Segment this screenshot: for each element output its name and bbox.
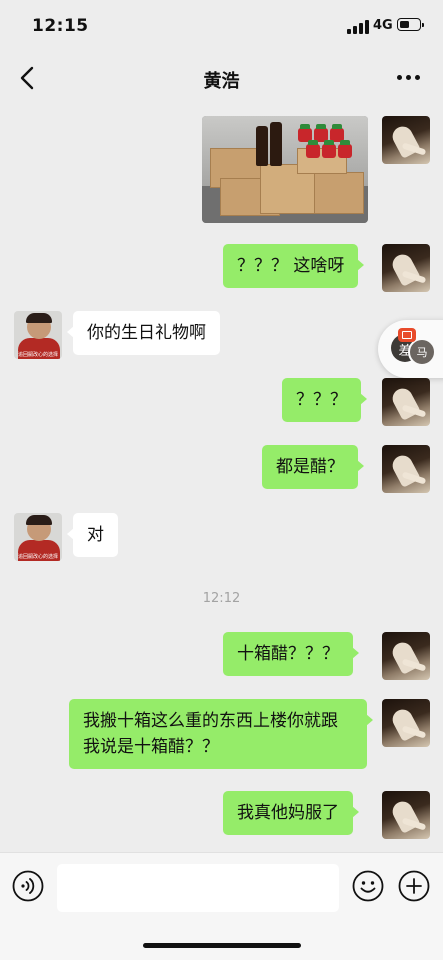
message-input[interactable]	[57, 864, 339, 912]
message-bubble[interactable]: ？？？ 这啥呀	[223, 244, 365, 288]
message-timestamp: 12:12	[202, 591, 241, 606]
home-indicator[interactable]	[143, 943, 301, 948]
friend-avatar[interactable]: 追回嗣改心的选择	[14, 311, 62, 359]
message-bubble[interactable]: 你的生日礼物啊	[67, 311, 220, 355]
floating-window-widget[interactable]: 差 马	[378, 320, 443, 378]
status-bar: 12:15 4G	[0, 0, 443, 54]
message-bubble[interactable]: 十箱醋？？？	[223, 632, 359, 676]
chat-header: 黄浩	[0, 54, 443, 104]
status-time: 12:15	[32, 16, 89, 36]
emoji-button[interactable]	[352, 870, 384, 902]
my-avatar[interactable]	[382, 445, 430, 493]
my-avatar[interactable]	[382, 699, 430, 747]
emoji-icon	[352, 870, 384, 902]
voice-input-button[interactable]	[12, 870, 44, 902]
voice-icon	[12, 870, 44, 902]
friend-avatar[interactable]: 追回嗣改心的选择	[14, 513, 62, 561]
input-bar	[0, 852, 443, 960]
chat-title: 黄浩	[203, 71, 240, 92]
network-label: 4G	[373, 18, 393, 33]
signal-icon	[347, 20, 369, 34]
avatar-caption: 追回嗣改心的选择	[17, 554, 58, 560]
image-message[interactable]	[202, 116, 368, 223]
battery-icon	[397, 18, 424, 31]
window-badge-icon	[398, 328, 416, 342]
my-avatar[interactable]	[382, 116, 430, 164]
more-dots-icon	[397, 75, 402, 80]
my-avatar[interactable]	[382, 791, 430, 839]
avatar-caption: 追回嗣改心的选择	[17, 352, 58, 358]
my-avatar[interactable]	[382, 378, 430, 426]
my-avatar[interactable]	[382, 244, 430, 292]
floating-app-icon: 马	[408, 338, 436, 366]
message-bubble[interactable]: 我搬十箱这么重的东西上楼你就跟我说是十箱醋？？	[69, 699, 373, 769]
plus-icon	[398, 870, 430, 902]
message-bubble[interactable]: 都是醋？	[262, 445, 364, 489]
my-avatar[interactable]	[382, 632, 430, 680]
more-functions-button[interactable]	[398, 870, 430, 902]
message-bubble[interactable]: ？？？	[282, 378, 367, 422]
more-options-button[interactable]	[397, 73, 421, 83]
message-bubble[interactable]: 我真他妈服了	[223, 791, 359, 835]
message-bubble[interactable]: 对	[67, 513, 118, 557]
